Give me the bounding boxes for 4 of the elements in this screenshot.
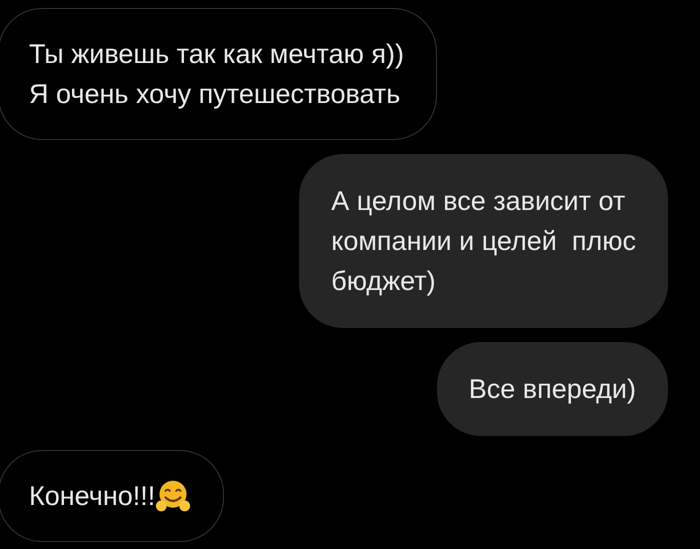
message-text: Конечно!!! bbox=[29, 480, 156, 513]
message-text: А целом все зависит от компании и целей плюс бюджет) bbox=[331, 185, 636, 298]
message-text: Ты живешь так как мечтаю я)) Я очень хочу путешествовать bbox=[29, 38, 404, 111]
message-text: Все впереди) bbox=[468, 373, 636, 406]
